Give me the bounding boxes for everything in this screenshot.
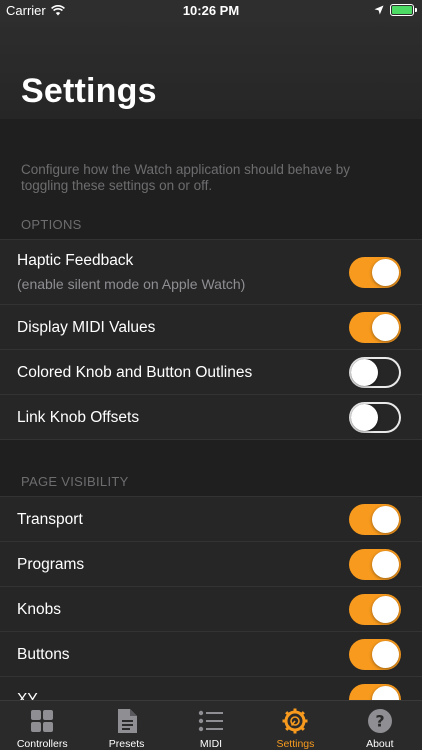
toggle-knob bbox=[372, 259, 399, 286]
row-display-midi-values[interactable]: Display MIDI Values bbox=[0, 304, 422, 349]
row-label: XY bbox=[17, 691, 38, 700]
battery-icon bbox=[390, 4, 417, 16]
tab-presets[interactable]: Presets bbox=[84, 701, 168, 750]
tab-controllers[interactable]: Controllers bbox=[0, 701, 84, 750]
navigation-header: Settings bbox=[0, 22, 422, 119]
tab-label: MIDI bbox=[199, 738, 223, 750]
status-right-indicators bbox=[374, 4, 417, 16]
row-label: Haptic Feedback bbox=[17, 252, 134, 269]
tab-midi[interactable]: MIDI bbox=[169, 701, 253, 750]
location-arrow-icon bbox=[374, 5, 384, 15]
row-colored-outlines[interactable]: Colored Knob and Button Outlines bbox=[0, 349, 422, 394]
row-label: Link Knob Offsets bbox=[17, 409, 140, 426]
xy-toggle[interactable] bbox=[349, 684, 401, 700]
display-midi-values-toggle[interactable] bbox=[349, 312, 401, 343]
colored-outlines-toggle[interactable] bbox=[349, 357, 401, 388]
tab-settings[interactable]: Settings bbox=[253, 701, 337, 750]
toggle-knob bbox=[372, 314, 399, 341]
row-link-knob-offsets[interactable]: Link Knob Offsets bbox=[0, 394, 422, 440]
row-knobs[interactable]: Knobs bbox=[0, 586, 422, 631]
status-time: 10:26 PM bbox=[182, 3, 240, 18]
svg-text:?: ? bbox=[375, 712, 384, 731]
row-xy[interactable]: XY bbox=[0, 676, 422, 700]
row-label: Buttons bbox=[17, 646, 70, 663]
list-icon bbox=[197, 707, 225, 735]
settings-content[interactable]: Configure how the Watch application shou… bbox=[0, 119, 422, 700]
toggle-knob bbox=[372, 596, 399, 623]
tab-label: About bbox=[366, 738, 394, 750]
tab-bar: Controllers Presets MIDI Settings ? Abou… bbox=[0, 700, 422, 750]
tab-about[interactable]: ? About bbox=[338, 701, 422, 750]
toggle-knob bbox=[351, 404, 378, 431]
tab-label: Controllers bbox=[16, 738, 68, 750]
battery-level bbox=[392, 6, 412, 14]
row-label: Programs bbox=[17, 556, 85, 573]
row-sublabel: (enable silent mode on Apple Watch) bbox=[17, 276, 246, 292]
row-programs[interactable]: Programs bbox=[0, 541, 422, 586]
tab-label: Settings bbox=[276, 738, 315, 750]
knobs-toggle[interactable] bbox=[349, 594, 401, 625]
transport-toggle[interactable] bbox=[349, 504, 401, 535]
toggle-knob bbox=[351, 359, 378, 386]
row-label: Display MIDI Values bbox=[17, 319, 156, 336]
grid-icon bbox=[28, 707, 56, 735]
haptic-feedback-toggle[interactable] bbox=[349, 257, 401, 288]
document-icon bbox=[113, 707, 141, 735]
row-label: Transport bbox=[17, 511, 83, 528]
tab-label: Presets bbox=[108, 738, 145, 750]
row-haptic-feedback[interactable]: Haptic Feedback (enable silent mode on A… bbox=[0, 239, 422, 304]
page-title: Settings bbox=[21, 72, 157, 110]
question-icon: ? bbox=[366, 707, 394, 735]
row-label: Colored Knob and Button Outlines bbox=[17, 364, 253, 381]
programs-toggle[interactable] bbox=[349, 549, 401, 580]
row-buttons[interactable]: Buttons bbox=[0, 631, 422, 676]
row-transport[interactable]: Transport bbox=[0, 496, 422, 541]
link-knob-offsets-toggle[interactable] bbox=[349, 402, 401, 433]
status-bar: Carrier 10:26 PM bbox=[0, 0, 422, 22]
toggle-knob bbox=[372, 506, 399, 533]
toggle-knob bbox=[372, 551, 399, 578]
row-label: Knobs bbox=[17, 601, 61, 618]
intro-text: Configure how the Watch application shou… bbox=[21, 162, 350, 193]
section-header-page-visibility: PAGE VISIBILITY bbox=[21, 474, 129, 489]
section-header-options: OPTIONS bbox=[21, 217, 82, 232]
buttons-toggle[interactable] bbox=[349, 639, 401, 670]
gear-icon bbox=[281, 707, 309, 735]
toggle-knob bbox=[372, 641, 399, 668]
toggle-knob bbox=[372, 686, 399, 700]
